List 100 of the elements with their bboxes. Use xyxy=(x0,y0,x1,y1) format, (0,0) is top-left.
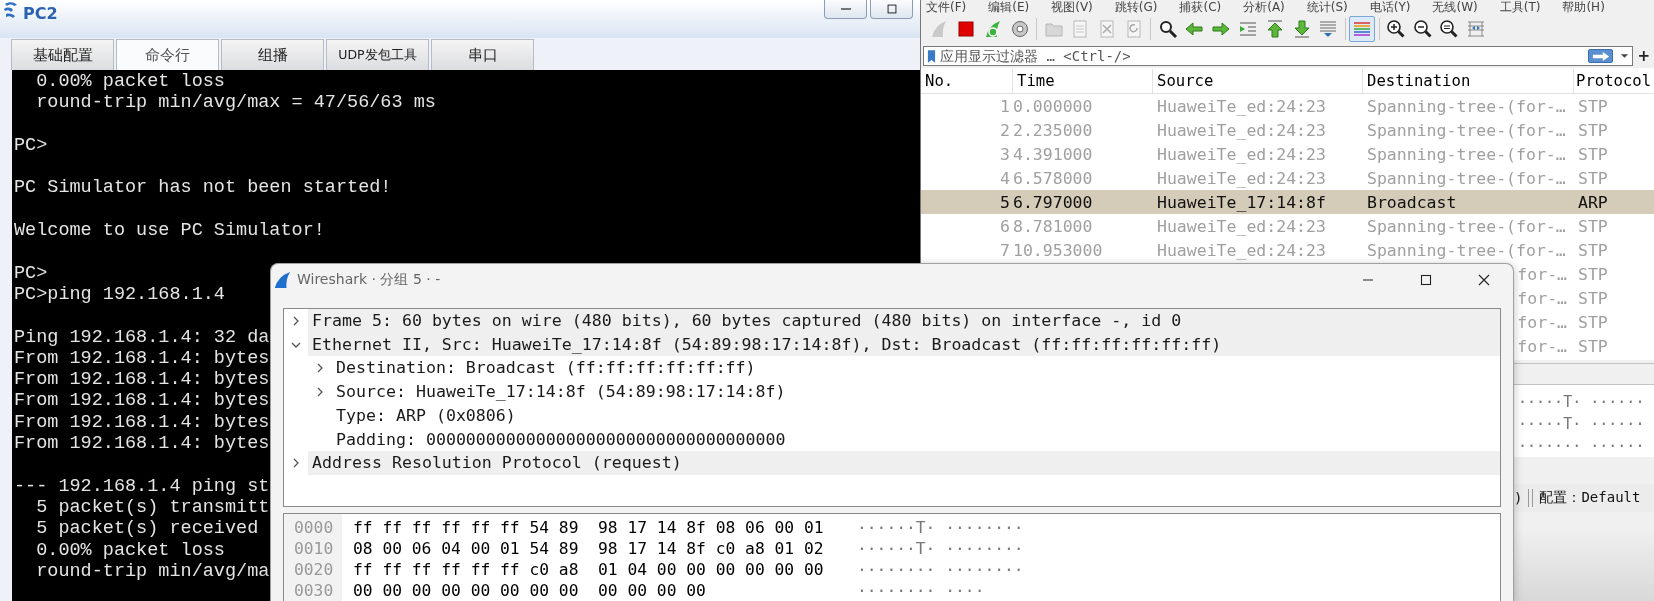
terminal-line: From 192.168.1.4: bytes xyxy=(14,390,270,412)
table-cell-text: STP xyxy=(1577,312,1609,332)
terminal-line: round-trip min/avg/ma xyxy=(35,560,270,583)
table-cell-text: 2 xyxy=(999,120,1011,140)
terminal-line: 5 packet(s) transmitt xyxy=(35,496,270,519)
bookmark-icon[interactable] xyxy=(927,48,936,64)
menu-item[interactable]: 文件(F) xyxy=(926,0,967,14)
selected-row[interactable]: 5 6.797000 HuaweiTe_17:14:8f Broadcast ARP xyxy=(921,190,1654,214)
tree-item[interactable]: Ethernet II, Src: HuaweiTe_17:14:8f (54:89:98:17:14:8f), Dst: Broadcast (ff:ff:ff:ff:ff:ff) xyxy=(308,332,1500,357)
table-cell-text: STP xyxy=(1577,216,1609,236)
minimize-icon xyxy=(840,8,851,10)
table-cell-text: 4 xyxy=(999,168,1011,188)
zoom-out-icon xyxy=(1412,19,1433,39)
menu-item[interactable]: 跳转(G) xyxy=(1114,0,1158,14)
zoom-in-icon xyxy=(1385,19,1406,39)
arrow-right-icon xyxy=(1211,19,1232,39)
table-cell-text: Spanning-tree-(for-… xyxy=(1366,120,1567,140)
filter-bar[interactable]: 应用显示过滤器 … <Ctrl-/> xyxy=(923,46,1634,66)
table-cell: for-… xyxy=(1517,312,1567,332)
minimize-icon xyxy=(1363,278,1373,281)
hex-bytes: 00 00 00 00 00 00 00 00 00 00 00 00 xyxy=(353,580,707,601)
byte-offset: 0020 xyxy=(293,559,335,580)
menu-item[interactable]: 工具(T) xyxy=(1499,0,1541,14)
colored-lines-button[interactable] xyxy=(1349,16,1376,42)
table-cell-text: 1 xyxy=(999,96,1011,116)
tree-item[interactable]: Destination: Broadcast (ff:ff:ff:ff:ff:ff) xyxy=(332,356,1500,381)
table-cell-text: STP xyxy=(1577,96,1609,116)
table-cell-text: ARP xyxy=(1577,192,1609,212)
terminal-line: round-trip min/avg/max = 47/56/63 ms xyxy=(35,92,436,114)
column-header[interactable]: No. xyxy=(921,69,1013,93)
terminal-line: --- 192.168.1.4 ping st xyxy=(14,475,270,497)
caret-icon xyxy=(1620,53,1630,59)
menu-item[interactable]: 视图(V) xyxy=(1051,0,1093,14)
column-resize-icon xyxy=(1466,19,1487,39)
table-cell-text: STP xyxy=(1577,144,1609,164)
table-cell-text: HuaweiTe_ed:24:23 xyxy=(1156,216,1327,236)
menu-item[interactable]: 分析(A) xyxy=(1243,0,1285,14)
table-cell-text: 0.000000 xyxy=(1013,96,1094,116)
chevron-right-icon[interactable] xyxy=(315,363,325,374)
tab[interactable]: 基础配置 xyxy=(11,39,114,70)
ascii-bytes: ·····T· ······ xyxy=(1518,392,1645,413)
tab[interactable]: 命令行 xyxy=(116,39,219,70)
table-cell-text: 6.797000 xyxy=(1013,192,1094,212)
ascii-bytes: ······T· ········ xyxy=(857,538,1024,559)
terminal-line: PC> xyxy=(14,134,48,157)
table-cell-text: 6 xyxy=(999,216,1011,236)
column-header[interactable]: Time xyxy=(1013,69,1153,93)
table-cell-text: 3 xyxy=(999,144,1011,164)
column-header[interactable]: Source xyxy=(1153,69,1363,93)
tree-item[interactable]: Padding: 000000000000000000000000000000000000 xyxy=(332,427,1500,452)
table-cell-text: Spanning-tree-(for-… xyxy=(1366,216,1567,236)
table-cell-text: HuaweiTe_ed:24:23 xyxy=(1156,144,1327,164)
table-cell-text: STP xyxy=(1577,336,1609,356)
add-filter-button[interactable]: + xyxy=(1633,47,1654,65)
column-header[interactable]: Destination xyxy=(1363,69,1574,93)
ascii-bytes: ·····T· ······ xyxy=(1518,414,1645,435)
menu-item[interactable]: 无线(W) xyxy=(1432,0,1478,14)
terminal-line: Ping 192.168.1.4: 32 da xyxy=(14,326,270,348)
maximize-icon xyxy=(884,2,899,16)
tree-item[interactable]: Source: HuaweiTe_17:14:8f (54:89:98:17:14:8f) xyxy=(332,380,1500,404)
table-cell-text: STP xyxy=(1577,288,1609,308)
chevron-right-icon[interactable] xyxy=(315,386,325,397)
table-cell-text: Spanning-tree-(for-… xyxy=(1366,144,1567,164)
hex-bytes: ff ff ff ff ff ff c0 a8 01 04 00 00 00 00 00 00 xyxy=(353,559,825,580)
menu-item[interactable]: 编辑(E) xyxy=(988,0,1030,14)
filter-field[interactable]: 应用显示过滤器 … <Ctrl-/> xyxy=(936,48,1589,64)
menu-item[interactable]: 电话(Y) xyxy=(1369,0,1411,14)
status-text: 配置：Default xyxy=(1539,489,1641,507)
table-cell-text: 8.781000 xyxy=(1013,216,1094,236)
table-cell-text: 6.578000 xyxy=(1013,168,1094,188)
apply-button[interactable] xyxy=(1588,49,1614,63)
column-header[interactable]: Protocol xyxy=(1574,69,1654,93)
menu-item[interactable]: 帮助(H) xyxy=(1562,0,1605,14)
tab[interactable]: 串口 xyxy=(431,39,534,70)
jump-icon xyxy=(1238,19,1258,39)
terminal-line: From 192.168.1.4: bytes xyxy=(14,411,270,434)
table-cell-text: Spanning-tree-(for-… xyxy=(1366,240,1567,260)
terminal-line: From 192.168.1.4: bytes xyxy=(14,433,270,455)
menu-item[interactable]: 统计(S) xyxy=(1306,0,1348,14)
table-cell-text: STP xyxy=(1577,168,1609,188)
table-cell-text: 4.391000 xyxy=(1013,144,1094,164)
table-cell-text: STP xyxy=(1577,264,1609,284)
table-cell: for-… xyxy=(1517,288,1567,308)
chevron-right-icon[interactable] xyxy=(291,458,301,469)
tab[interactable]: 组播 xyxy=(221,39,324,70)
terminal-line: 5 packet(s) received xyxy=(35,518,259,540)
table-cell-text: 7 xyxy=(999,240,1011,260)
table-cell-text: STP xyxy=(1577,120,1609,140)
table-cell-text: 5 xyxy=(999,192,1011,212)
minimize-button[interactable] xyxy=(824,0,867,19)
tab[interactable]: UDP发包工具 xyxy=(326,39,429,70)
arrow-left-icon xyxy=(1184,19,1205,39)
tree-item[interactable]: Frame 5: 60 bytes on wire (480 bits), 60 bytes captured (480 bits) on interface -, id 0 xyxy=(308,309,1500,333)
tree-item[interactable]: Address Resolution Protocol (request) xyxy=(308,451,1500,475)
terminal-line: From 192.168.1.4: bytes xyxy=(14,347,270,370)
table-cell-text: 10.953000 xyxy=(1013,240,1104,260)
menu-item[interactable]: 捕获(C) xyxy=(1179,0,1222,14)
byte-offset: 0000 xyxy=(293,517,335,538)
chevron-right-icon[interactable] xyxy=(291,315,301,326)
tree-item[interactable]: Type: ARP (0x0806) xyxy=(332,403,1500,428)
